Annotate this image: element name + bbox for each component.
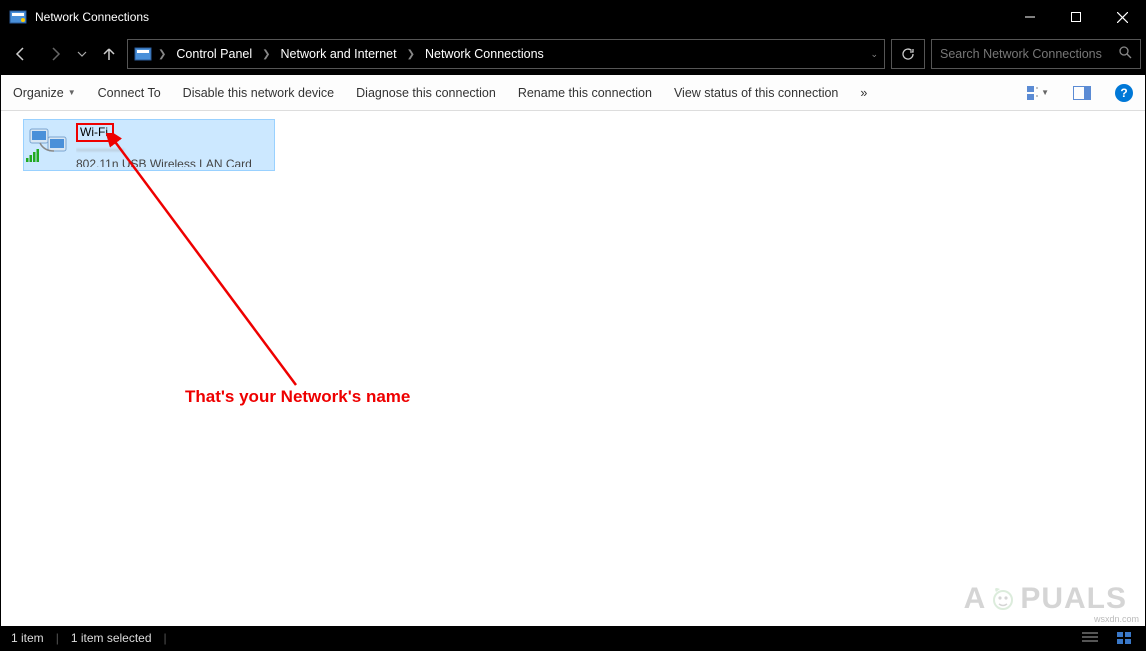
back-button[interactable] <box>5 38 37 70</box>
cmd-diagnose[interactable]: Diagnose this connection <box>356 86 496 100</box>
close-button[interactable] <box>1099 1 1145 33</box>
up-button[interactable] <box>93 38 125 70</box>
refresh-button[interactable] <box>891 39 925 69</box>
search-box[interactable] <box>931 39 1141 69</box>
signal-strength-icon <box>26 148 42 167</box>
watermark: A PUALS <box>964 582 1127 616</box>
location-icon <box>134 45 152 63</box>
breadcrumb-item[interactable]: Network Connections <box>421 45 548 63</box>
status-separator: | <box>56 631 59 645</box>
search-icon[interactable] <box>1118 45 1132 64</box>
details-view-icon[interactable] <box>1079 629 1101 647</box>
window-icon <box>9 8 27 26</box>
annotation-text: That's your Network's name <box>185 387 410 407</box>
connection-name: Wi-Fi <box>76 123 114 142</box>
network-adapter-icon <box>28 123 70 165</box>
cmd-rename[interactable]: Rename this connection <box>518 86 652 100</box>
annotation-arrow <box>101 133 361 393</box>
connection-details: Wi-Fi ———— 802.11n USB Wireless LAN Card <box>76 123 252 167</box>
breadcrumb-item[interactable]: Control Panel <box>172 45 256 63</box>
cmd-connect-to[interactable]: Connect To <box>98 86 161 100</box>
connection-item[interactable]: Wi-Fi ———— 802.11n USB Wireless LAN Card <box>23 119 275 171</box>
titlebar: Network Connections <box>1 1 1145 33</box>
recent-dropdown[interactable] <box>73 38 91 70</box>
maximize-button[interactable] <box>1053 1 1099 33</box>
cmd-view-status[interactable]: View status of this connection <box>674 86 838 100</box>
connection-ssid: ———— <box>76 142 252 157</box>
organize-menu[interactable]: Organize▼ <box>13 86 76 100</box>
chevron-right-icon[interactable]: ❯ <box>407 49 415 60</box>
view-options-icon[interactable]: ▼ <box>1027 82 1049 104</box>
status-item-count: 1 item <box>11 631 44 645</box>
forward-button[interactable] <box>39 38 71 70</box>
window-title: Network Connections <box>35 10 1007 24</box>
breadcrumb-item[interactable]: Network and Internet <box>277 45 401 63</box>
search-input[interactable] <box>940 47 1118 61</box>
chevron-right-icon[interactable]: ❯ <box>158 49 166 60</box>
navbar: ❯ Control Panel ❯ Network and Internet ❯… <box>1 33 1145 75</box>
status-bar: 1 item | 1 item selected | <box>1 626 1145 650</box>
watermark-logo-icon <box>988 584 1018 614</box>
address-dropdown-icon[interactable]: ⌄ <box>870 49 878 60</box>
status-separator: | <box>164 631 167 645</box>
minimize-button[interactable] <box>1007 1 1053 33</box>
content-area: Wi-Fi ———— 802.11n USB Wireless LAN Card… <box>1 111 1145 626</box>
footer-tag: wsxdn.com <box>1094 614 1139 624</box>
cmd-overflow[interactable]: » <box>860 86 867 100</box>
connection-device: 802.11n USB Wireless LAN Card <box>76 157 252 167</box>
window-controls <box>1007 1 1145 33</box>
preview-pane-icon[interactable] <box>1071 82 1093 104</box>
cmd-disable[interactable]: Disable this network device <box>183 86 334 100</box>
command-bar: Organize▼ Connect To Disable this networ… <box>1 75 1145 111</box>
status-selection: 1 item selected <box>71 631 152 645</box>
large-icons-view-icon[interactable] <box>1113 629 1135 647</box>
chevron-right-icon[interactable]: ❯ <box>262 49 270 60</box>
help-icon[interactable]: ? <box>1115 84 1133 102</box>
address-bar[interactable]: ❯ Control Panel ❯ Network and Internet ❯… <box>127 39 885 69</box>
